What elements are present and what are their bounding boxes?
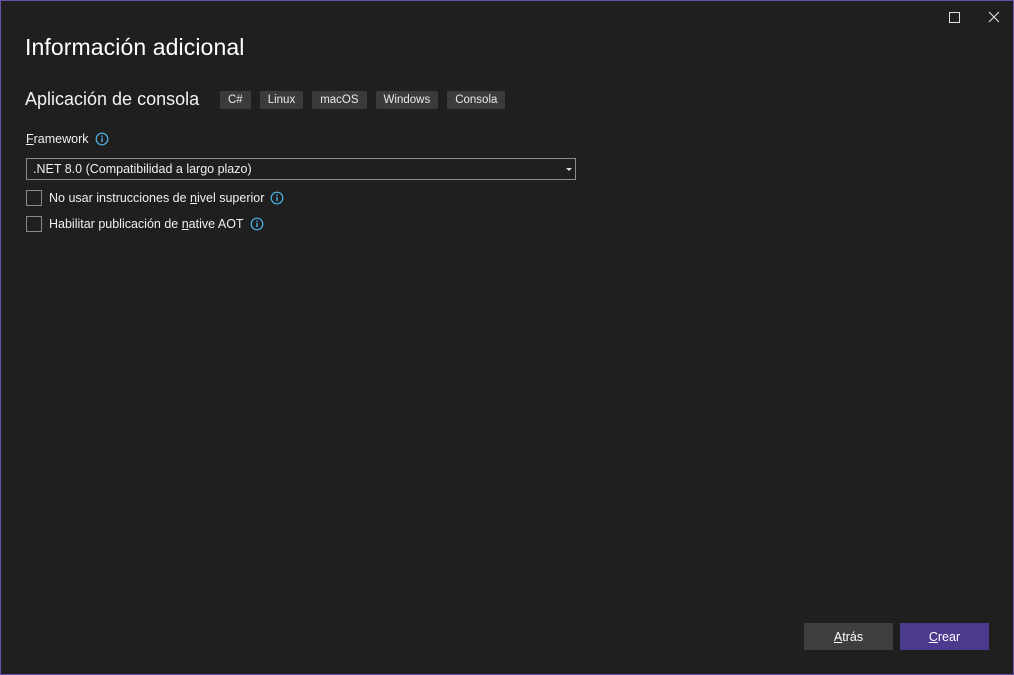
chevron-down-icon: [566, 168, 572, 171]
project-template-name: Aplicación de consola: [25, 89, 200, 109]
maximize-button[interactable]: [934, 3, 974, 31]
top-level-statements-checkbox[interactable]: [26, 190, 42, 206]
top-level-statements-label[interactable]: No usar instrucciones de nivel superior: [49, 191, 264, 205]
close-button[interactable]: [974, 3, 1014, 31]
info-icon[interactable]: [95, 132, 109, 146]
option-native-aot: Habilitar publicación de native AOT: [26, 216, 264, 232]
dialog-window: Información adicional Aplicación de cons…: [0, 0, 1014, 675]
native-aot-checkbox[interactable]: [26, 216, 42, 232]
create-button[interactable]: Crear: [900, 623, 989, 650]
framework-selected-value: .NET 8.0 (Compatibilidad a largo plazo): [33, 162, 252, 176]
project-tags: C# Linux macOS Windows Consola: [220, 91, 506, 109]
page-title: Información adicional: [25, 34, 245, 60]
back-button[interactable]: Atrás: [804, 623, 893, 650]
info-icon[interactable]: [270, 191, 284, 205]
tag-project-type: Consola: [447, 91, 506, 109]
maximize-icon: [948, 11, 960, 23]
tag-platform-linux: Linux: [259, 91, 304, 109]
framework-select[interactable]: .NET 8.0 (Compatibilidad a largo plazo): [26, 158, 576, 180]
framework-label: Framework: [26, 132, 109, 146]
option-top-level-statements: No usar instrucciones de nivel superior: [26, 190, 284, 206]
tag-platform-windows: Windows: [375, 91, 439, 109]
native-aot-label[interactable]: Habilitar publicación de native AOT: [49, 217, 244, 231]
close-icon: [988, 11, 1000, 23]
tag-platform-macos: macOS: [312, 91, 367, 109]
tag-language: C#: [220, 91, 251, 109]
info-icon[interactable]: [250, 217, 264, 231]
